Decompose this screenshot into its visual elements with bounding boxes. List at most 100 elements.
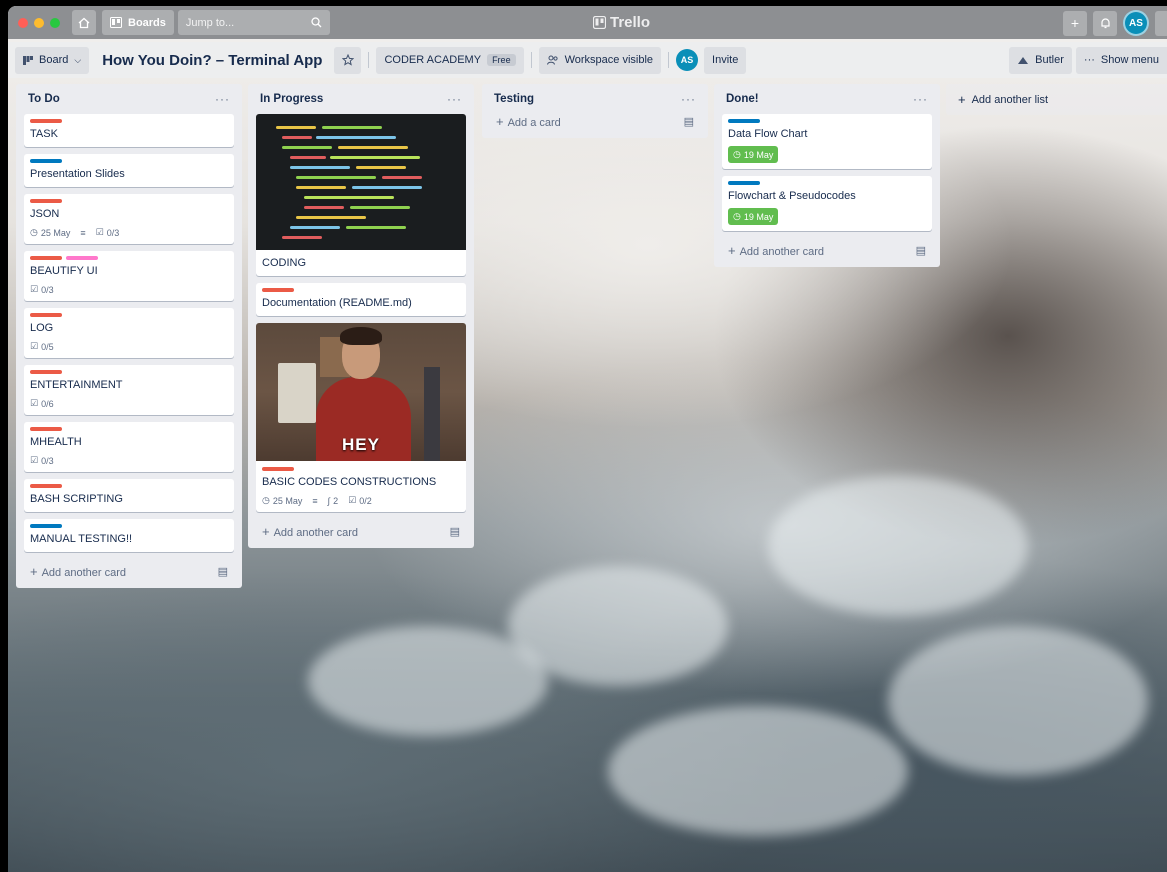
member-avatar[interactable]: AS [676,49,699,71]
list-header: To Do ··· [24,84,234,114]
list-menu-icon[interactable]: ··· [681,92,696,106]
card-badges: ◷ 25 May ≡ ∫ 2 ☑ 0/2 [262,495,460,506]
card-title: LOG [30,322,54,334]
background-frost [888,626,1148,776]
checklist-icon: ☑ [30,455,39,465]
invite-button[interactable]: Invite [704,46,747,74]
list-title[interactable]: To Do [28,93,60,105]
butler-button[interactable]: Butler [1009,46,1072,74]
checklist-badge: ☑ 0/3 [30,284,54,295]
card-template-icon[interactable]: ▤ [218,565,228,578]
add-card-button[interactable]: + Add another card ▤ [722,238,932,261]
list-menu-icon[interactable]: ··· [913,92,928,106]
checklist-icon: ☑ [30,398,39,408]
card[interactable]: LOG ☑ 0/5 [24,308,234,358]
create-button[interactable]: + [1063,10,1087,36]
chevron-down-icon: ⌵ [74,54,82,65]
card[interactable]: MHEALTH ☑ 0/3 [24,422,234,472]
due-date-complete-badge[interactable]: ◷ 19 May [728,146,779,163]
card-title: BEAUTIFY UI [30,265,98,277]
add-card-label: Add another card [41,567,126,579]
due-date: 19 May [743,149,774,160]
header-actions: + AS [1063,10,1167,36]
card[interactable]: MANUAL TESTING!! [24,519,234,552]
label-blue [728,181,760,185]
label-red [30,256,62,260]
list-title[interactable]: In Progress [260,93,323,105]
divider [530,52,532,68]
trello-logo-icon [593,16,606,29]
checklist-badge: ☑ 0/3 [96,227,120,238]
add-card-button[interactable]: + Add another card ▤ [256,519,466,542]
add-card-button[interactable]: + Add another card ▤ [24,559,234,582]
add-card-button[interactable]: + Add a card ▤ [490,114,700,132]
card-title: TASK [30,128,58,140]
user-avatar[interactable]: AS [1123,10,1149,36]
card-cover-image [256,114,466,250]
card-title: Data Flow Chart [728,128,808,140]
background-frost [308,626,548,736]
minimize-window-button[interactable] [34,17,44,28]
notifications-button[interactable] [1093,10,1117,36]
card[interactable]: Documentation (README.md) [256,283,466,316]
card[interactable]: BEAUTIFY UI ☑ 0/3 [24,251,234,301]
card-title: BASH SCRIPTING [30,493,123,505]
plus-icon: + [496,114,504,129]
checklist-count: 0/5 [41,341,54,352]
home-button[interactable] [72,10,96,35]
home-icon [78,17,90,28]
ellipsis-icon: ··· [1083,54,1095,66]
visibility-button[interactable]: Workspace visible [538,46,662,74]
show-menu-button[interactable]: ··· Show menu [1075,46,1167,74]
add-list-button[interactable]: + Add another list [946,84,1167,115]
checklist-icon: ☑ [95,227,104,237]
jump-to-search[interactable]: Jump to... [177,10,330,35]
card[interactable]: Flowchart & Pseudocodes ◷ 19 May [722,176,932,231]
board-view-switcher[interactable]: Board ⌵ [15,46,90,74]
divider [668,52,670,68]
clock-icon: ◷ [733,211,741,221]
list-title[interactable]: Testing [494,93,534,105]
workspace-name: CODER ACADEMY [384,54,482,66]
clock-icon: ◷ [262,495,270,505]
background-frost [608,706,908,836]
visibility-label: Workspace visible [564,54,654,66]
boards-button[interactable]: Boards [102,10,174,35]
card-cover-gif: HEY [256,323,466,461]
checklist-count: 0/3 [106,227,120,238]
maximize-window-button[interactable] [50,17,60,28]
card-template-icon[interactable]: ▤ [450,525,460,538]
card-template-icon[interactable]: ▤ [916,244,926,257]
card-title: ENTERTAINMENT [30,379,123,391]
list-menu-icon[interactable]: ··· [447,92,462,106]
card[interactable]: ENTERTAINMENT ☑ 0/6 [24,365,234,415]
card[interactable]: HEY BASIC CODES CONSTRUCTIONS ◷ 25 May ≡ … [256,323,466,512]
settings-button[interactable] [1155,10,1167,36]
card[interactable]: BASH SCRIPTING [24,479,234,512]
close-window-button[interactable] [18,17,28,28]
board-title[interactable]: How You Doin? – Terminal App [102,52,322,69]
card-title: MANUAL TESTING!! [30,533,133,545]
due-date-complete-badge[interactable]: ◷ 19 May [728,208,779,225]
card[interactable]: JSON ◷ 25 May ≡ ☑ 0/3 [24,194,234,244]
card-badges: ☑ 0/6 [30,398,228,409]
card[interactable]: TASK [24,114,234,147]
list-title[interactable]: Done! [726,93,759,105]
card[interactable]: Presentation Slides [24,154,234,187]
background-frost [768,476,1028,616]
attachment-count: 2 [333,495,339,506]
star-board-button[interactable] [334,46,362,74]
card-template-icon[interactable]: ▤ [684,115,694,128]
list-menu-icon[interactable]: ··· [215,92,230,106]
label-blue [30,524,62,528]
workspace-button[interactable]: CODER ACADEMY Free [376,46,524,74]
attachment-badge: ∫ 2 [328,496,338,506]
card[interactable]: CODING [256,114,466,276]
trello-logo[interactable]: Trello [593,14,650,31]
card-badges: ☑ 0/3 [30,284,228,295]
checklist-badge: ☑ 0/2 [348,495,372,506]
checklist-badge: ☑ 0/5 [30,341,54,352]
list-in-progress: In Progress ··· CODING Documentation (RE… [248,84,474,548]
app-name: Trello [610,14,651,31]
card[interactable]: Data Flow Chart ◷ 19 May [722,114,932,169]
